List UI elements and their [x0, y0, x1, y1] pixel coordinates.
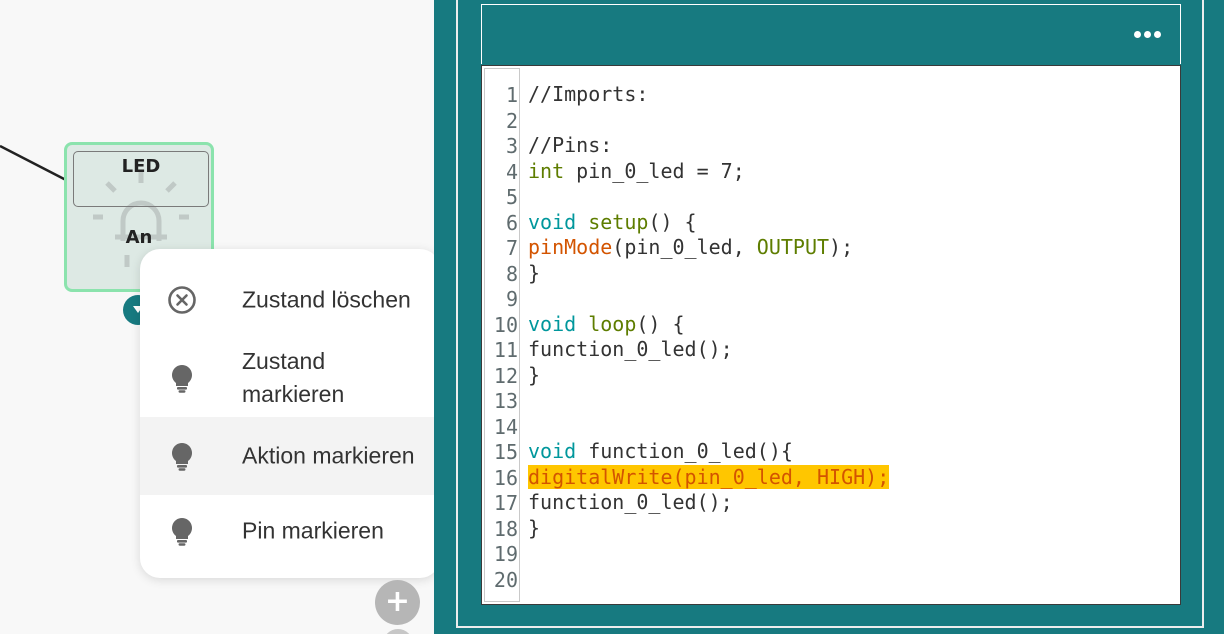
close-circle-icon [168, 286, 196, 314]
more-horizontal-icon[interactable] [1134, 31, 1162, 39]
code-token: digitalWrite(pin_0_led, HIGH); [528, 464, 890, 489]
line-number: 8 [505, 261, 518, 286]
state-canvas[interactable]: LED An Zustand löschen Zustand markieren [0, 0, 434, 634]
code-line[interactable]: void loop() { [528, 312, 685, 338]
line-number: 13 [493, 389, 518, 413]
line-number: 10 [493, 312, 518, 337]
code-token: (pin_0_led, [612, 235, 757, 259]
line-number: 1 [505, 83, 518, 107]
line-number: 2 [505, 108, 518, 133]
line-number: 5 [505, 185, 518, 209]
line-number: 16 [493, 465, 518, 490]
code-line[interactable]: } [528, 261, 540, 287]
code-line[interactable]: void setup() { [528, 210, 697, 236]
code-token: setup [588, 209, 649, 234]
code-token: void [528, 209, 577, 234]
lightbulb-icon [172, 365, 192, 393]
menu-item-delete-state[interactable]: Zustand löschen [140, 261, 434, 339]
line-number: 6 [505, 210, 518, 235]
menu-item-label: Aktion markieren [242, 442, 415, 469]
editor-header [481, 4, 1181, 64]
code-line[interactable]: } [528, 363, 540, 389]
line-number: 7 [505, 236, 518, 260]
state-node-value: An [125, 227, 153, 248]
code-token: () { [636, 311, 685, 336]
menu-item-mark-pin[interactable]: Pin markieren [140, 492, 434, 570]
line-number: 18 [493, 516, 518, 541]
code-line[interactable]: function_0_led(); [528, 337, 733, 363]
menu-item-label: Pin markieren [242, 517, 384, 544]
code-token: pin_0_led = 7; [564, 158, 745, 183]
code-token: } [528, 515, 541, 540]
code-line[interactable]: int pin_0_led = 7; [528, 159, 745, 185]
code-token: OUTPUT [756, 235, 830, 259]
code-line[interactable]: //Imports: [528, 82, 648, 108]
code-token: pinMode [528, 235, 613, 259]
code-token: //Imports: [528, 82, 649, 106]
code-token: function_0_led(); [528, 490, 733, 514]
code-line[interactable]: digitalWrite(pin_0_led, HIGH); [528, 464, 890, 491]
code-token: ); [829, 235, 854, 259]
code-token: function_0_led(){ [576, 439, 793, 463]
menu-item-label: Zustand markieren [242, 348, 345, 407]
line-number: 3 [505, 134, 518, 158]
code-token: } [528, 362, 541, 387]
line-number: 12 [493, 363, 518, 388]
plus-icon: + [384, 584, 411, 619]
line-number-gutter: 1 2 3 4 5 6 7 8 9 10 11 12 13 14 15 16 17 18 19 20 [484, 68, 520, 602]
code-token: int [528, 158, 565, 183]
code-line[interactable]: //Pins: [528, 133, 612, 159]
code-token: () { [648, 209, 697, 234]
code-token: //Pins: [528, 133, 613, 157]
line-number: 11 [493, 338, 518, 362]
menu-item-mark-action[interactable]: Aktion markieren [140, 417, 434, 495]
lightbulb-icon [172, 443, 192, 471]
code-line[interactable]: pinMode(pin_0_led, OUTPUT); [528, 235, 853, 261]
lightbulb-icon [172, 518, 192, 546]
line-number: 17 [493, 491, 518, 515]
code-token: void [528, 439, 577, 463]
menu-item-mark-state[interactable]: Zustand markieren [140, 339, 434, 417]
add-button[interactable]: + [375, 580, 420, 625]
code-token: function_0_led(); [528, 337, 733, 361]
line-number: 4 [505, 159, 518, 184]
code-area[interactable]: 1 2 3 4 5 6 7 8 9 10 11 12 13 14 15 16 17 18 19 20 //Import… [481, 65, 1181, 605]
menu-item-label: Zustand löschen [242, 286, 411, 313]
line-number: 19 [493, 542, 518, 566]
line-number: 15 [493, 440, 518, 464]
line-number: 20 [493, 567, 518, 592]
code-line[interactable]: function_0_led(); [528, 490, 733, 516]
code-line[interactable]: } [528, 516, 540, 542]
code-token: loop [588, 311, 637, 336]
code-token: } [528, 260, 541, 285]
context-menu: Zustand löschen Zustand markieren Aktion… [140, 249, 434, 578]
line-number: 14 [493, 414, 518, 439]
code-token: void [528, 311, 577, 336]
code-line[interactable]: void function_0_led(){ [528, 439, 793, 465]
line-number: 9 [505, 287, 518, 311]
code-editor-panel: 1 2 3 4 5 6 7 8 9 10 11 12 13 14 15 16 17 18 19 20 //Import… [434, 0, 1224, 634]
state-node-title: LED [73, 151, 209, 207]
